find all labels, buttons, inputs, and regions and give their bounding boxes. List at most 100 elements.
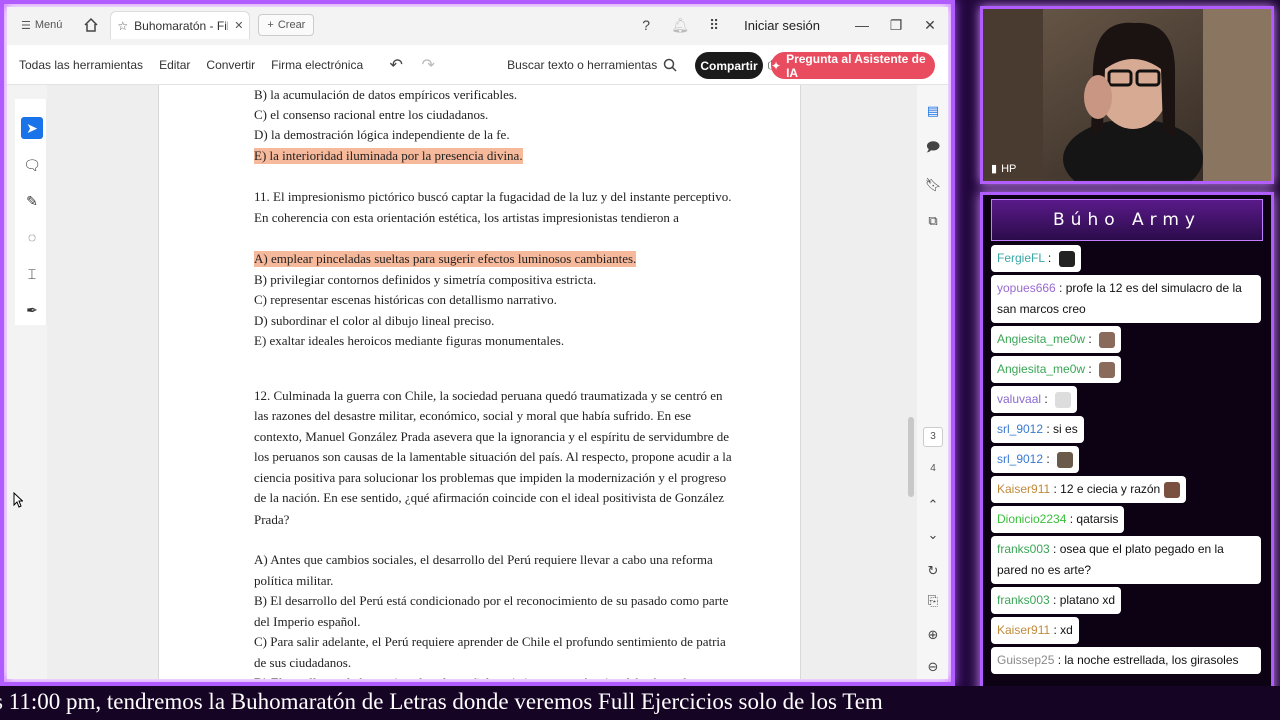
vertical-scrollbar[interactable]	[907, 89, 915, 677]
chat-message: Angiesita_me0w :	[991, 356, 1122, 383]
chat-username[interactable]: franks003	[997, 593, 1050, 607]
document-viewport[interactable]: B) la acumulación de datos empíricos ver…	[47, 85, 917, 679]
refresh-icon[interactable]: ↻	[923, 561, 943, 581]
bookmarks-icon[interactable]: 🔖︎	[923, 175, 943, 195]
webcam-label: ▮ HP	[991, 162, 1017, 176]
close-window-icon[interactable]: ✕	[920, 17, 940, 34]
document-text-line: 11. El impresionismo pictórico buscó cap…	[254, 189, 732, 204]
select-cursor-icon[interactable]: ➤	[21, 117, 43, 139]
star-icon[interactable]: ☆	[117, 19, 128, 33]
edit-button[interactable]: Editar	[159, 58, 190, 72]
chat-separator: :	[1044, 251, 1055, 265]
chat-separator: :	[1066, 512, 1077, 526]
chat-message: srl_9012 : si es	[991, 416, 1084, 443]
chat-username[interactable]: Angiesita_me0w	[997, 332, 1085, 346]
chat-username[interactable]: valuvaal	[997, 392, 1041, 406]
page-number-next[interactable]: 4	[923, 463, 943, 474]
chat-username[interactable]: srl_9012	[997, 452, 1043, 466]
signin-button[interactable]: Iniciar sesión	[744, 18, 820, 33]
minimize-icon[interactable]: —	[852, 17, 872, 33]
share-button[interactable]: Compartir	[695, 52, 763, 79]
tabbar-right: ? 🔔︎ ⠿ Iniciar sesión — ❐ ✕	[636, 7, 940, 43]
tab-title: Buhomaratón - Filos…	[134, 18, 228, 33]
zoom-in-icon[interactable]: ⊕	[923, 625, 943, 645]
chat-text: qatarsis	[1076, 512, 1119, 526]
chat-separator: :	[1050, 623, 1061, 637]
document-text-line: E) la interioridad iluminada por la pres…	[254, 148, 523, 164]
page-number-current[interactable]: 3	[923, 427, 943, 447]
search-tools-field[interactable]: Buscar texto o herramientas	[507, 58, 677, 72]
chat-username[interactable]: Guissep25	[997, 653, 1054, 667]
chevron-up-icon[interactable]: ⌃	[923, 495, 943, 515]
pages-panel-icon[interactable]: ⧉	[923, 211, 943, 231]
zoom-out-icon[interactable]: ⊖	[923, 657, 943, 677]
document-text-line: de sus ciudadanos.	[254, 655, 352, 670]
convert-button[interactable]: Convertir	[206, 58, 255, 72]
chat-panel: Búho Army FergieFL : yopues666 : profe l…	[980, 192, 1274, 714]
chat-separator: :	[1043, 452, 1054, 466]
comments-panel-icon[interactable]: 🗩︎	[923, 139, 943, 159]
chat-username[interactable]: Angiesita_me0w	[997, 362, 1085, 376]
draw-lasso-icon[interactable]: ◌	[21, 226, 43, 248]
chat-separator: :	[1043, 422, 1054, 436]
plus-icon: +	[267, 19, 274, 31]
apps-grid-icon[interactable]: ⠿	[704, 17, 724, 34]
ai-sparkle-icon: ✦	[771, 58, 782, 73]
hamburger-icon: ☰	[21, 19, 31, 32]
undo-icon[interactable]: ↶	[387, 55, 405, 75]
document-text-line: las razones del desastre militar, económ…	[254, 408, 691, 423]
chat-username[interactable]: yopues666	[997, 281, 1056, 295]
chat-username[interactable]: Dionicio2234	[997, 512, 1066, 526]
chat-message: Kaiser911 : 12 e ciecia y razón	[991, 476, 1187, 503]
chevron-down-icon[interactable]: ⌄	[923, 525, 943, 545]
new-tab-button[interactable]: + Crear	[258, 14, 315, 36]
page-fit-icon[interactable]: ⎘	[923, 591, 943, 611]
chat-text: la noche estrellada, los girasoles	[1064, 653, 1239, 667]
highlight-pen-icon[interactable]: ✎	[21, 190, 43, 212]
ai-assistant-button[interactable]: ✦ Pregunta al Asistente de IA	[771, 52, 935, 80]
app-window-frame: ☰ Menú ☆ Buhomaratón - Filos… ✕ + Crear …	[0, 0, 955, 686]
chat-separator: :	[1041, 392, 1052, 406]
stream-canvas: ☰ Menú ☆ Buhomaratón - Filos… ✕ + Crear …	[0, 0, 1280, 720]
new-tab-label: Crear	[277, 19, 306, 31]
close-tab-icon[interactable]: ✕	[234, 19, 243, 32]
menu-button[interactable]: ☰ Menú	[15, 12, 68, 38]
chat-username[interactable]: Kaiser911	[997, 623, 1050, 637]
chat-separator: :	[1049, 593, 1060, 607]
chat-username[interactable]: FergieFL	[997, 251, 1045, 265]
ai-summary-icon[interactable]: ▤	[923, 101, 943, 121]
maximize-icon[interactable]: ❐	[886, 17, 906, 34]
document-text-line: B) la acumulación de datos empíricos ver…	[254, 87, 518, 102]
right-tool-rail: ▤ 🗩︎ 🔖︎ ⧉ 3 4 ⌃ ⌄ ↻ ⎘ ⊕ ⊖	[917, 85, 948, 679]
document-text-line: de la nación. En ese sentido, ¿qué afirm…	[254, 490, 724, 505]
home-button[interactable]	[78, 12, 104, 38]
text-select-icon[interactable]: ⌶	[21, 263, 43, 285]
document-text-line: D) El orgullo por la herencia cultural e…	[254, 675, 693, 679]
notification-bell-icon[interactable]: 🔔︎	[670, 17, 690, 34]
search-icon	[663, 58, 677, 72]
esign-button[interactable]: Firma electrónica	[271, 58, 363, 72]
chat-username[interactable]: srl_9012	[997, 422, 1043, 436]
scrollbar-thumb[interactable]	[908, 417, 914, 497]
redo-icon[interactable]: ↷	[419, 55, 437, 75]
document-text-line: D) la demostración lógica independiente …	[254, 127, 510, 142]
document-text-line: C) representar escenas históricas con de…	[254, 292, 557, 307]
chat-username[interactable]: Kaiser911	[997, 482, 1050, 496]
add-comment-icon[interactable]: 🗨︎	[21, 154, 43, 176]
chat-username[interactable]: franks003	[997, 542, 1050, 556]
webcam-label-text: HP	[1001, 162, 1017, 175]
chat-title: Búho Army	[1053, 210, 1201, 230]
chat-message: srl_9012 :	[991, 446, 1080, 473]
tab-document[interactable]: ☆ Buhomaratón - Filos… ✕	[110, 11, 251, 39]
menu-label: Menú	[34, 19, 63, 31]
chat-message: valuvaal :	[991, 386, 1078, 413]
document-text-line: del Imperio español.	[254, 614, 361, 629]
emote-icon	[1164, 481, 1181, 498]
news-ticker: s 11:00 pm, tendremos la Buhomaratón de …	[0, 686, 1280, 720]
sign-pen-icon[interactable]: ✒	[21, 299, 43, 321]
document-text-line: política militar.	[254, 573, 334, 588]
help-icon[interactable]: ?	[636, 17, 656, 33]
document-text-line: A) emplear pinceladas sueltas para suger…	[254, 251, 637, 267]
all-tools-button[interactable]: Todas las herramientas	[19, 58, 143, 72]
chat-separator: :	[1054, 653, 1065, 667]
